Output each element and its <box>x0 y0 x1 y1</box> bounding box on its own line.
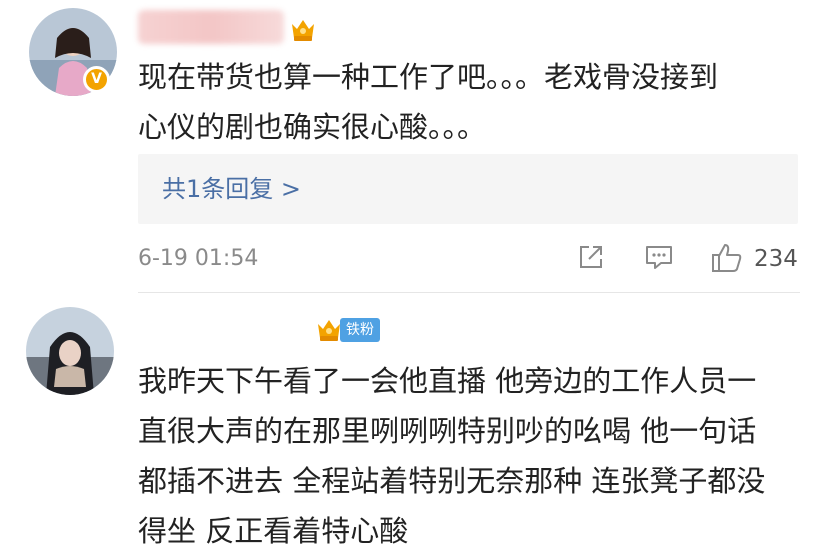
comment-line: 直很大声的在那里咧咧咧特别吵的吆喝 他一句话 <box>138 414 757 448</box>
timestamp: 6-19 01:54 <box>138 246 259 271</box>
username-blurred[interactable] <box>140 310 316 344</box>
share-icon <box>580 246 602 268</box>
view-replies-link[interactable]: 共1条回复 > <box>162 154 301 224</box>
comment-line: 都插不进去 全程站着特别无奈那种 连张凳子都没 <box>138 464 766 498</box>
comment-button[interactable] <box>644 242 674 274</box>
comment-text: 我昨天下午看了一会他直播 他旁边的工作人员一 直很大声的在那里咧咧咧特别吵的吆喝… <box>138 356 808 556</box>
username-blurred[interactable] <box>138 10 284 44</box>
comment-line: 我昨天下午看了一会他直播 他旁边的工作人员一 <box>138 364 757 398</box>
comment-icon <box>646 246 672 269</box>
fan-badge: 铁粉 <box>340 318 380 342</box>
verified-badge-icon: V <box>83 66 110 93</box>
reply-box[interactable]: 共1条回复 > <box>138 154 798 224</box>
comment-line: 得坐 反正看着特心酸 <box>138 514 409 548</box>
comment-item: V 现在带货也算一种工作了吧。。。老戏骨没接到 心仪的剧也确实很心酸。。。 共1… <box>0 0 825 292</box>
like-button[interactable]: 234 <box>710 242 810 274</box>
thumbs-up-icon <box>712 244 742 272</box>
comment-line: 心仪的剧也确实很心酸。。。 <box>138 110 487 144</box>
comment-text: 现在带货也算一种工作了吧。。。老戏骨没接到 心仪的剧也确实很心酸。。。 <box>138 52 798 152</box>
like-count: 234 <box>754 246 798 272</box>
crown-vip-icon <box>292 20 314 41</box>
share-button[interactable] <box>576 242 606 274</box>
avatar[interactable] <box>26 307 114 395</box>
comment-line: 现在带货也算一种工作了吧。。。老戏骨没接到 <box>138 60 719 94</box>
